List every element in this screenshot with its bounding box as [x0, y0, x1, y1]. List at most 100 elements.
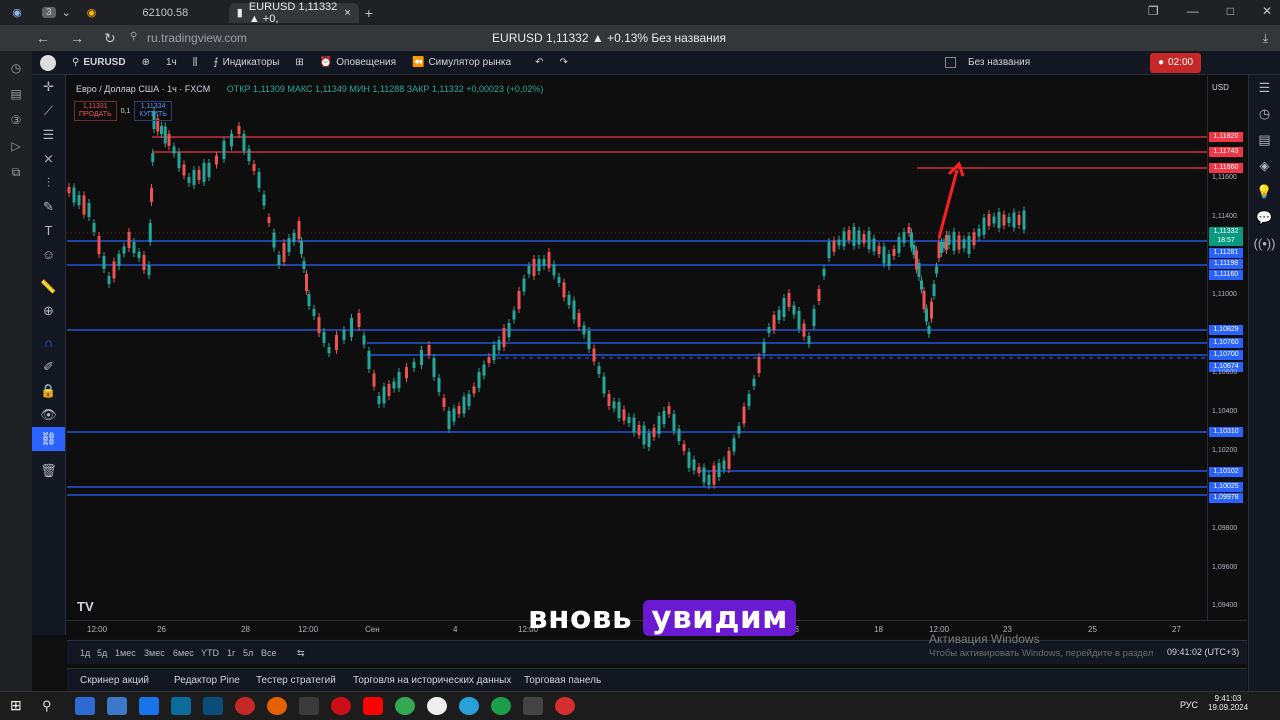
app-icon[interactable] [523, 697, 543, 715]
news-icon[interactable]: ▤ [1249, 127, 1280, 153]
undo-icon[interactable]: ↶ [527, 57, 551, 68]
magnet-icon[interactable]: ∩ [32, 331, 65, 355]
projection-icon[interactable]: ⫶ [32, 171, 65, 195]
compare-icon[interactable]: ⊕ [134, 57, 158, 68]
eye-icon[interactable]: 👁 [32, 403, 65, 427]
trash-icon[interactable]: 🗑 [32, 459, 65, 483]
interval-button[interactable]: 1ч [158, 57, 185, 68]
candle [677, 429, 681, 441]
app-icon[interactable] [171, 697, 191, 715]
emoji-icon[interactable]: ☺ [32, 243, 65, 267]
price-label: 1,10102 [1209, 467, 1243, 477]
search-icon[interactable]: ⚲ [42, 698, 52, 714]
bottom-tab[interactable]: Торговля на исторических данных [353, 675, 511, 686]
alerts-clock-icon[interactable]: ◷ [1249, 101, 1280, 127]
language-indicator[interactable]: РУС [1180, 700, 1198, 710]
templates-icon[interactable]: ⊞ [287, 57, 311, 68]
goto-date-icon[interactable]: ⇆ [297, 648, 305, 659]
taskbar-clock[interactable]: 9:41:03 19.09.2024 [1208, 694, 1248, 712]
maximize-icon[interactable]: □ [1227, 4, 1234, 18]
lock-drawing-icon[interactable]: ✐ [32, 355, 65, 379]
range-button[interactable]: YTD [201, 648, 219, 658]
tab-group[interactable]: 3 ⌄ [34, 3, 79, 23]
alerts-button[interactable]: ⏰ Оповещения [312, 57, 404, 68]
range-button[interactable]: 3мес [144, 648, 165, 658]
firefox-icon[interactable] [267, 697, 287, 715]
window-restore-icon[interactable]: ❐ [1148, 4, 1159, 18]
bottom-tab[interactable]: Скринер акций [80, 675, 149, 686]
signals-icon[interactable]: ((•)) [1249, 231, 1280, 257]
range-button[interactable]: 1д [80, 648, 90, 658]
yandex-icon[interactable] [427, 697, 447, 715]
range-button[interactable]: 1г [227, 648, 235, 658]
range-button[interactable]: 6мес [173, 648, 194, 658]
brush-icon[interactable]: ✎ [32, 195, 65, 219]
close-tab-icon[interactable]: × [344, 7, 350, 19]
range-button[interactable]: 5д [97, 648, 107, 658]
avatar[interactable] [32, 54, 64, 71]
candle [163, 126, 167, 144]
watchlist-icon[interactable]: ☰ [1249, 75, 1280, 101]
bottom-tab[interactable]: Торговая панель [524, 675, 601, 686]
ruler-icon[interactable]: 📏 [32, 275, 65, 299]
telegram-icon[interactable] [459, 697, 479, 715]
lock-icon[interactable]: 🔒 [32, 379, 65, 403]
buy-button[interactable]: 1,11334 КУПИТЬ [134, 101, 172, 121]
tab-eurusd[interactable]: ▮ EURUSD 1,11332 ▲ +0, × [228, 1, 359, 25]
range-button[interactable]: 5л [243, 648, 253, 658]
close-window-icon[interactable]: ✕ [1262, 4, 1272, 18]
crosshair-icon[interactable]: ✛ [32, 75, 65, 99]
collections-icon[interactable]: ▤ [0, 87, 32, 103]
app-icon[interactable] [139, 697, 159, 715]
range-button[interactable]: 1мес [115, 648, 136, 658]
tab-btc[interactable]: ◉ 62100.58 [79, 3, 229, 23]
bottom-tab[interactable]: Редактор Pine [174, 675, 240, 686]
candles-icon[interactable]: ⫼ [185, 57, 206, 68]
chart-clock[interactable]: 09:41:02 (UTC+3) [1167, 647, 1239, 657]
windows-start-icon[interactable]: ⊞ [10, 697, 22, 714]
trendline-icon[interactable]: ⟋ [32, 99, 65, 123]
range-button[interactable]: Все [261, 648, 277, 658]
ideas-icon[interactable]: 💡 [1249, 179, 1280, 205]
screenshot-icon[interactable]: ⧉ [0, 165, 32, 181]
price-axis[interactable]: USD [1207, 76, 1247, 620]
vivaldi-icon[interactable] [235, 697, 255, 715]
layout-name[interactable]: Без названия [937, 57, 1038, 68]
sell-button[interactable]: 1,11331 ПРОДАТЬ [74, 101, 117, 121]
new-tab-icon[interactable]: + [365, 5, 373, 21]
recorder-icon[interactable] [555, 697, 575, 715]
link-icon[interactable]: ⛓ [32, 427, 65, 451]
bottom-tab[interactable]: Тестер стратегий [256, 675, 336, 686]
symbol-search[interactable]: ⚲ EURUSD [64, 57, 134, 68]
chrome-icon[interactable] [395, 697, 415, 715]
minimize-icon[interactable]: — [1187, 4, 1199, 18]
redo-icon[interactable]: ↷ [551, 57, 575, 68]
arrow-drawing[interactable] [937, 161, 965, 239]
fib-icon[interactable]: ☰ [32, 123, 65, 147]
currency-selector[interactable]: USD [1212, 83, 1229, 92]
youtube-icon[interactable] [363, 697, 383, 715]
chart-pane[interactable] [67, 76, 1207, 620]
app-icon[interactable] [491, 697, 511, 715]
zoom-icon[interactable]: ⊕ [32, 299, 65, 323]
chat-icon[interactable]: 💬 [1249, 205, 1280, 231]
text-icon[interactable]: T [32, 219, 65, 243]
calculator-icon[interactable] [107, 697, 127, 715]
history-icon[interactable]: ◷ [0, 61, 32, 77]
photoshop-icon[interactable] [203, 697, 223, 715]
download-icon[interactable]: ⤓ [1263, 31, 1268, 46]
candle [997, 212, 1001, 228]
record-button[interactable]: ● 02:00 [1150, 52, 1202, 73]
app-icon[interactable] [299, 697, 319, 715]
candle [562, 282, 566, 298]
replay-button[interactable]: ⏪ Симулятор рынка [404, 57, 519, 68]
opera-icon[interactable] [331, 697, 351, 715]
indicators-button[interactable]: ⨍ Индикаторы [205, 57, 287, 68]
play-icon[interactable]: ▷ [0, 139, 32, 155]
pattern-icon[interactable]: ⨯ [32, 147, 65, 171]
candle [387, 384, 391, 396]
workspace-icon[interactable]: ③ [0, 113, 32, 129]
task-view-icon[interactable] [75, 697, 95, 715]
candle [1017, 215, 1021, 225]
layers-icon[interactable]: ◈ [1249, 153, 1280, 179]
